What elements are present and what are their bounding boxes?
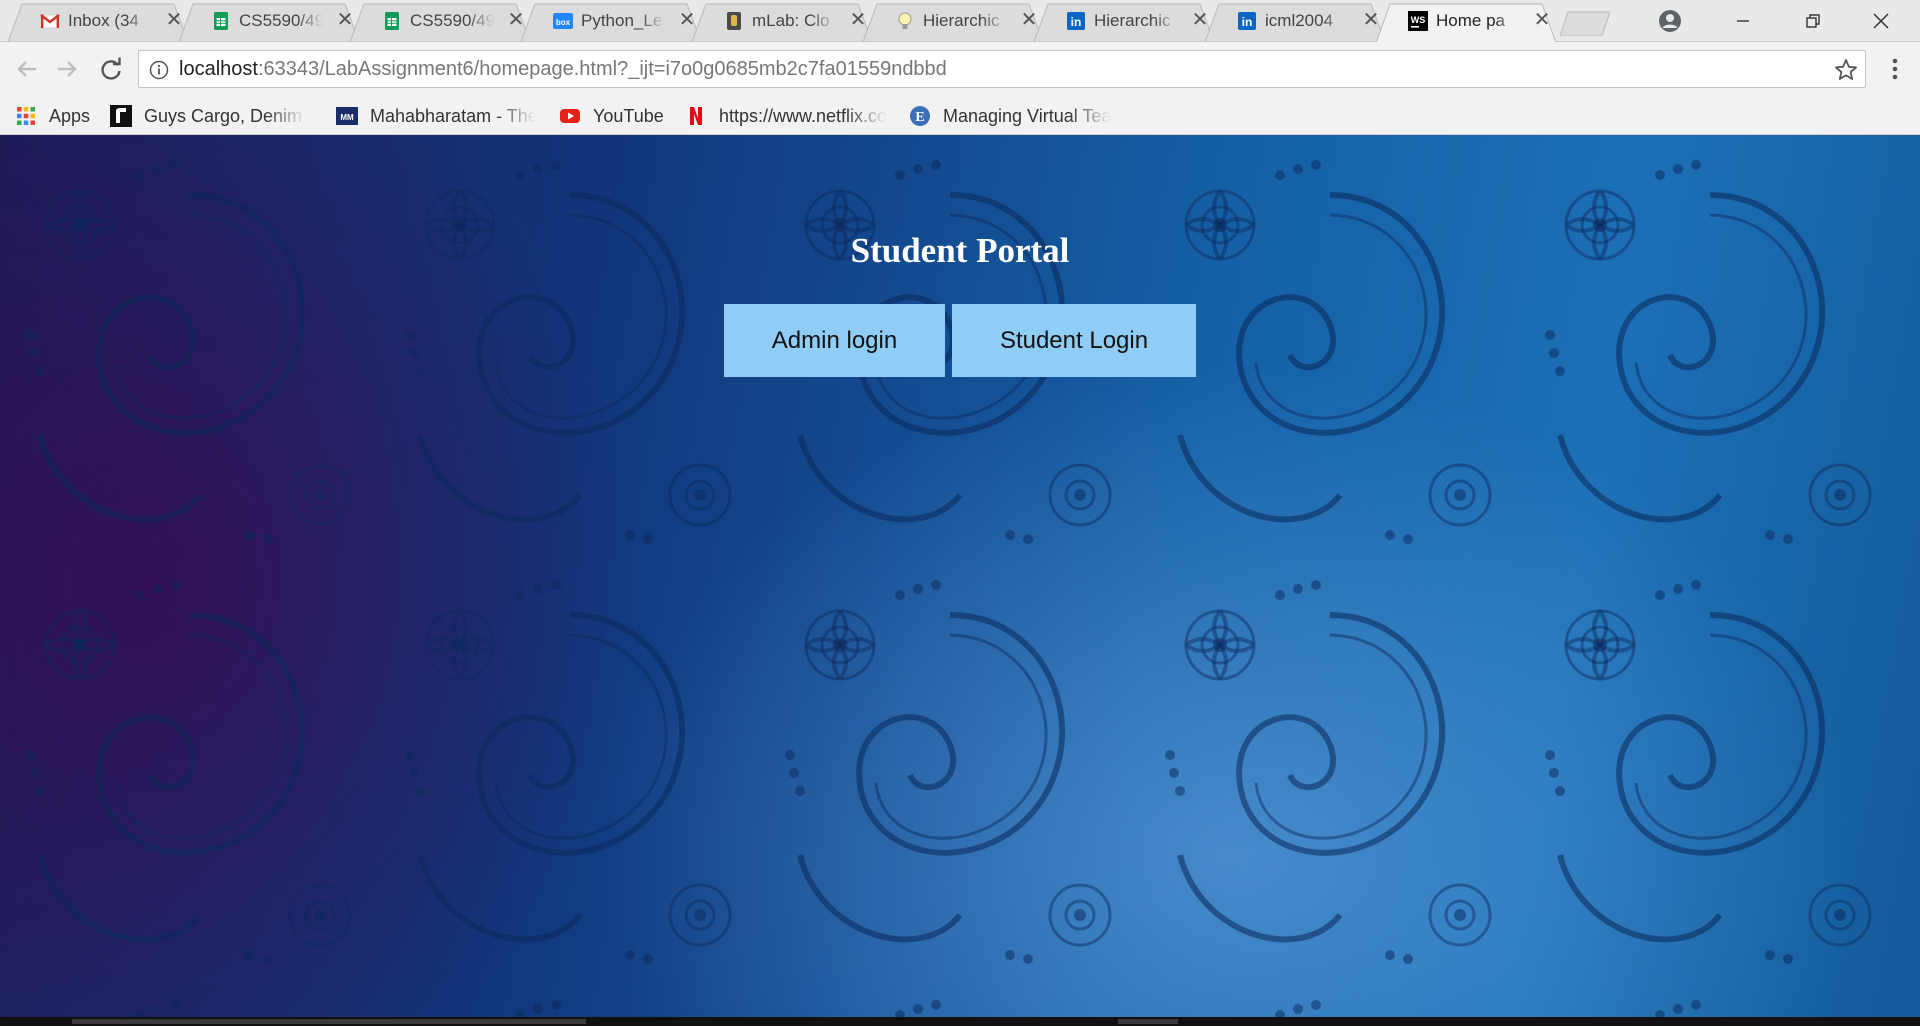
svg-text:WS: WS [1411, 15, 1426, 25]
tab-title: Inbox (34 [68, 11, 139, 30]
url-path: :63343/LabAssignment6/homepage.html?_ijt… [257, 58, 947, 80]
youtube-icon [560, 109, 580, 123]
menu-dots-icon[interactable] [1882, 54, 1908, 84]
horizontal-scrollbar[interactable] [0, 1017, 1920, 1026]
tab-title: CS5590/49 [410, 11, 494, 30]
page-viewport: Student Portal Admin login Student Login [0, 135, 1920, 1017]
svg-text:in: in [1071, 15, 1082, 29]
sheets-icon [385, 12, 399, 30]
tab-mlab[interactable]: mLab: Clo ✕ [692, 0, 872, 42]
e-icon: E [910, 106, 930, 126]
svg-text:in: in [1242, 15, 1253, 29]
webstorm-icon: WS [1408, 11, 1428, 31]
tab-strip: Inbox (34 ✕ CS5590/49 ✕ CS5590/49 ✕ box … [0, 0, 1920, 42]
bookmark-netflix[interactable]: https://www.netflix.co [685, 97, 887, 135]
page-title: Student Portal [850, 231, 1070, 270]
netflix-icon [690, 107, 702, 125]
tab-title: CS5590/49 [239, 11, 323, 30]
linkedin-icon: in [1067, 12, 1085, 30]
box-icon: box [553, 13, 573, 29]
mlab-icon [727, 12, 741, 30]
mahabharatam-icon: MM [336, 107, 358, 125]
bulb-icon [898, 12, 912, 29]
minimize-icon[interactable] [1714, 0, 1772, 42]
tab-sheet-1[interactable]: CS5590/49 ✕ [179, 0, 359, 42]
browser-toolbar: localhost:63343/LabAssignment6/homepage.… [0, 42, 1920, 97]
svg-text:MM: MM [340, 113, 354, 122]
bookmark-label: Mahabharatam - The [370, 105, 536, 126]
gmail-icon [40, 14, 60, 29]
forward-arrow-icon[interactable] [52, 54, 82, 84]
new-tab-button[interactable] [1560, 10, 1610, 36]
star-icon[interactable] [1833, 57, 1859, 83]
apps-grid-icon [17, 107, 35, 125]
svg-text:box: box [556, 18, 571, 27]
linkedin-icon: in [1238, 12, 1256, 30]
guys-cargo-icon [110, 105, 132, 127]
close-icon[interactable]: ✕ [1531, 9, 1553, 31]
tab-hierarchic-1[interactable]: Hierarchic ✕ [863, 0, 1043, 42]
bookmark-guys-cargo[interactable]: Guys Cargo, Denim & [110, 97, 306, 135]
url-host: localhost [179, 58, 258, 80]
tab-title: Python_Le [581, 11, 663, 30]
bookmark-apps[interactable]: Apps [15, 97, 90, 135]
scrollbar-thumb[interactable] [72, 1019, 586, 1024]
restore-icon[interactable] [1784, 0, 1842, 42]
bookmark-mahabharatam[interactable]: MM Mahabharatam - The [336, 97, 536, 135]
tab-python[interactable]: box Python_Le ✕ [521, 0, 701, 42]
student-login-button[interactable]: Student Login [952, 304, 1196, 377]
info-icon[interactable] [149, 60, 169, 80]
url-text[interactable]: localhost:63343/LabAssignment6/homepage.… [179, 58, 947, 81]
profile-icon[interactable] [1657, 8, 1683, 34]
bookmark-youtube[interactable]: YouTube [559, 97, 664, 135]
bookmark-label: Managing Virtual Tea [943, 105, 1111, 126]
scrollbar-segment [1118, 1019, 1178, 1024]
reload-icon[interactable] [96, 54, 126, 84]
tab-title: mLab: Clo [752, 11, 830, 30]
tab-title: Hierarchic [1094, 11, 1171, 30]
admin-login-button[interactable]: Admin login [724, 304, 945, 377]
tab-title: Home pa [1436, 11, 1505, 30]
bookmarks-bar: Apps Guys Cargo, Denim & MM Mahabharatam… [0, 97, 1920, 135]
tab-title: icml2004 [1265, 11, 1334, 30]
sheets-icon [214, 12, 228, 30]
svg-text:E: E [915, 110, 924, 125]
bookmark-label: https://www.netflix.co [719, 105, 887, 126]
bookmark-label: Apps [49, 105, 91, 126]
bookmark-label: YouTube [593, 105, 664, 126]
back-arrow-icon[interactable] [12, 54, 42, 84]
tab-hierarchic-2[interactable]: in Hierarchic ✕ [1034, 0, 1214, 42]
tab-inbox[interactable]: Inbox (34 ✕ [8, 0, 188, 42]
close-window-icon[interactable] [1852, 0, 1910, 42]
bookmark-label: Guys Cargo, Denim & [144, 105, 306, 126]
bookmark-managing-virtual[interactable]: E Managing Virtual Tea [909, 97, 1111, 135]
tab-homepage[interactable]: WS Home pa ✕ [1376, 0, 1556, 42]
tab-icml[interactable]: in icml2004 ✕ [1205, 0, 1385, 42]
tab-sheet-2[interactable]: CS5590/49 ✕ [350, 0, 530, 42]
tab-title: Hierarchic [923, 11, 1000, 30]
address-bar[interactable]: localhost:63343/LabAssignment6/homepage.… [138, 50, 1866, 88]
